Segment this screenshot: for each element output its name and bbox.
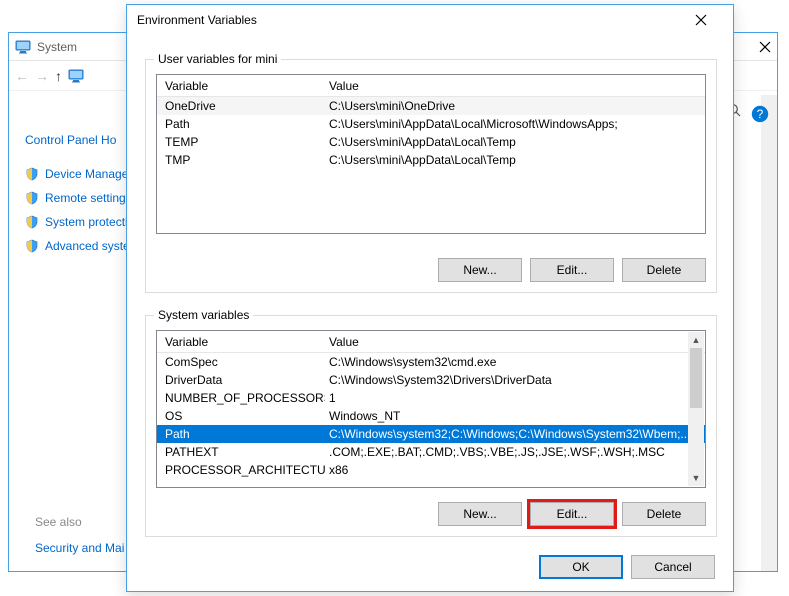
list-header: Variable Value [157, 331, 705, 353]
control-panel-home-link[interactable]: Control Panel Ho [25, 133, 140, 147]
table-row[interactable]: OneDriveC:\Users\mini\OneDrive [157, 97, 705, 115]
var-value: C:\Windows\system32;C:\Windows;C:\Window… [325, 427, 705, 441]
sys-edit-button[interactable]: Edit... [530, 502, 614, 526]
shield-icon [25, 215, 39, 229]
col-variable[interactable]: Variable [157, 79, 325, 93]
user-new-button[interactable]: New... [438, 258, 522, 282]
var-value: 1 [325, 391, 705, 405]
var-value: C:\Users\mini\AppData\Local\Temp [325, 153, 705, 167]
system-title: System [37, 40, 77, 54]
monitor-icon [68, 68, 84, 84]
sidebar-item-label: System protectio [45, 215, 134, 229]
user-vars-label: User variables for mini [154, 52, 281, 66]
system-vars-group: System variables Variable Value ComSpecC… [145, 315, 717, 537]
dialog-footer: OK Cancel [539, 555, 715, 579]
see-also-section: See also Security and Mai [35, 515, 124, 555]
col-value[interactable]: Value [325, 79, 705, 93]
system-vars-buttons: New... Edit... Delete [438, 502, 706, 526]
svg-text:?: ? [757, 107, 764, 121]
user-vars-list[interactable]: Variable Value OneDriveC:\Users\mini\One… [156, 74, 706, 234]
col-value[interactable]: Value [325, 335, 705, 349]
nav-up-icon[interactable]: ↑ [55, 68, 62, 84]
sidebar-item[interactable]: Remote settings [25, 191, 140, 205]
env-vars-dialog: Environment Variables User variables for… [126, 4, 734, 592]
var-name: DriverData [157, 373, 325, 387]
table-row[interactable]: PROCESSOR_ARCHITECTUREx86 [157, 461, 705, 479]
see-also-label: See also [35, 515, 124, 529]
col-variable[interactable]: Variable [157, 335, 325, 349]
sidebar-item[interactable]: Advanced system [25, 239, 140, 253]
table-row[interactable]: NUMBER_OF_PROCESSORS1 [157, 389, 705, 407]
security-maintenance-link[interactable]: Security and Mai [35, 541, 124, 555]
table-row[interactable]: DriverDataC:\Windows\System32\Drivers\Dr… [157, 371, 705, 389]
var-name: TMP [157, 153, 325, 167]
scroll-thumb[interactable] [690, 348, 702, 408]
system-vars-list[interactable]: Variable Value ComSpecC:\Windows\system3… [156, 330, 706, 488]
sys-delete-button[interactable]: Delete [622, 502, 706, 526]
var-name: Path [157, 427, 325, 441]
scroll-up-icon[interactable]: ▲ [688, 332, 704, 348]
help-icon[interactable]: ? [751, 105, 769, 123]
table-row[interactable]: OSWindows_NT [157, 407, 705, 425]
var-name: PROCESSOR_ARCHITECTURE [157, 463, 325, 477]
close-button[interactable] [679, 6, 723, 34]
var-name: OneDrive [157, 99, 325, 113]
ok-button[interactable]: OK [539, 555, 623, 579]
sidebar-item[interactable]: System protectio [25, 215, 140, 229]
monitor-icon [15, 39, 31, 55]
table-row[interactable]: ComSpecC:\Windows\system32\cmd.exe [157, 353, 705, 371]
nav-back-icon[interactable]: ← [15, 68, 29, 84]
user-vars-group: User variables for mini Variable Value O… [145, 59, 717, 293]
scroll-down-icon[interactable]: ▼ [688, 470, 704, 486]
var-name: OS [157, 409, 325, 423]
var-value: C:\Users\mini\OneDrive [325, 99, 705, 113]
nav-forward-icon[interactable]: → [35, 68, 49, 84]
var-value: C:\Users\mini\AppData\Local\Microsoft\Wi… [325, 117, 705, 131]
sidebar: Control Panel Ho Device Manager Remote se… [25, 133, 140, 263]
system-vars-label: System variables [154, 308, 253, 322]
system-close-button[interactable] [759, 41, 771, 53]
sidebar-item-label: Remote settings [45, 191, 132, 205]
table-row[interactable]: PathC:\Users\mini\AppData\Local\Microsof… [157, 115, 705, 133]
var-value: C:\Windows\system32\cmd.exe [325, 355, 705, 369]
shield-icon [25, 167, 39, 181]
shield-icon [25, 239, 39, 253]
list-header: Variable Value [157, 75, 705, 97]
dialog-titlebar: Environment Variables [127, 5, 733, 35]
list-scrollbar[interactable]: ▲ ▼ [688, 332, 704, 486]
sidebar-item-label: Device Manager [45, 167, 132, 181]
user-vars-buttons: New... Edit... Delete [438, 258, 706, 282]
sys-new-button[interactable]: New... [438, 502, 522, 526]
sidebar-item[interactable]: Device Manager [25, 167, 140, 181]
var-value: x86 [325, 463, 705, 477]
var-value: Windows_NT [325, 409, 705, 423]
var-value: C:\Windows\System32\Drivers\DriverData [325, 373, 705, 387]
content-scrollbar[interactable] [761, 95, 777, 571]
var-name: ComSpec [157, 355, 325, 369]
var-value: C:\Users\mini\AppData\Local\Temp [325, 135, 705, 149]
user-delete-button[interactable]: Delete [622, 258, 706, 282]
var-value: .COM;.EXE;.BAT;.CMD;.VBS;.VBE;.JS;.JSE;.… [325, 445, 705, 459]
dialog-title: Environment Variables [137, 13, 257, 27]
table-row[interactable]: TEMPC:\Users\mini\AppData\Local\Temp [157, 133, 705, 151]
table-row[interactable]: PathC:\Windows\system32;C:\Windows;C:\Wi… [157, 425, 705, 443]
shield-icon [25, 191, 39, 205]
var-name: TEMP [157, 135, 325, 149]
cancel-button[interactable]: Cancel [631, 555, 715, 579]
table-row[interactable]: TMPC:\Users\mini\AppData\Local\Temp [157, 151, 705, 169]
var-name: NUMBER_OF_PROCESSORS [157, 391, 325, 405]
table-row[interactable]: PATHEXT.COM;.EXE;.BAT;.CMD;.VBS;.VBE;.JS… [157, 443, 705, 461]
var-name: Path [157, 117, 325, 131]
user-edit-button[interactable]: Edit... [530, 258, 614, 282]
var-name: PATHEXT [157, 445, 325, 459]
